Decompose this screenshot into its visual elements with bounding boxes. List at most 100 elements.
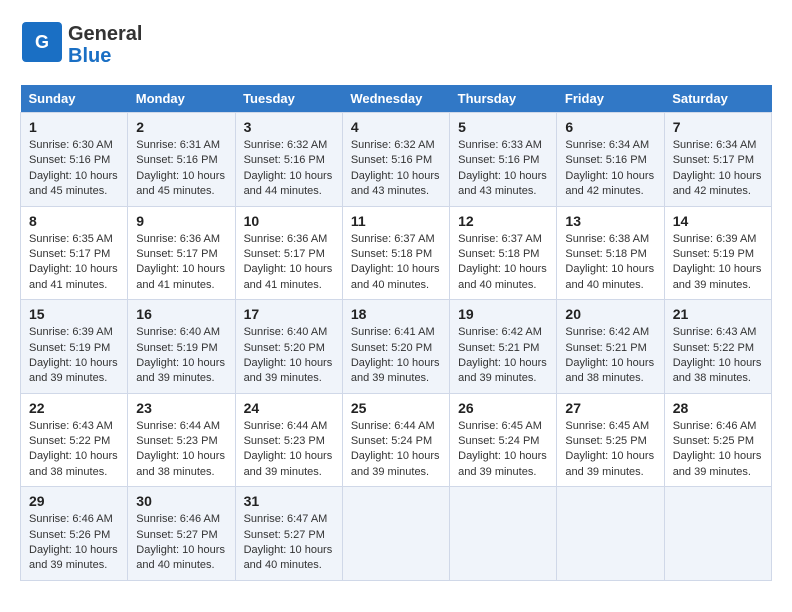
day-info: Sunrise: 6:30 AMSunset: 5:16 PMDaylight:… [29, 138, 119, 200]
day-info: Sunrise: 6:37 AMSunset: 5:18 PMDaylight:… [458, 232, 548, 294]
day-info: Sunrise: 6:32 AMSunset: 5:16 PMDaylight:… [351, 138, 441, 200]
day-number: 3 [244, 119, 334, 135]
calendar-week-row: 29 Sunrise: 6:46 AMSunset: 5:26 PMDaylig… [21, 487, 772, 581]
day-number: 30 [136, 493, 226, 509]
day-number: 14 [673, 213, 763, 229]
logo: G General Blue [20, 20, 142, 69]
day-number: 26 [458, 400, 548, 416]
calendar-cell: 7 Sunrise: 6:34 AMSunset: 5:17 PMDayligh… [664, 113, 771, 207]
calendar-cell: 20 Sunrise: 6:42 AMSunset: 5:21 PMDaylig… [557, 300, 664, 394]
calendar-cell [450, 487, 557, 581]
day-info: Sunrise: 6:36 AMSunset: 5:17 PMDaylight:… [244, 232, 334, 294]
day-number: 28 [673, 400, 763, 416]
day-number: 29 [29, 493, 119, 509]
day-info: Sunrise: 6:45 AMSunset: 5:25 PMDaylight:… [565, 419, 655, 481]
day-number: 9 [136, 213, 226, 229]
calendar-cell [664, 487, 771, 581]
day-info: Sunrise: 6:37 AMSunset: 5:18 PMDaylight:… [351, 232, 441, 294]
day-info: Sunrise: 6:38 AMSunset: 5:18 PMDaylight:… [565, 232, 655, 294]
day-info: Sunrise: 6:46 AMSunset: 5:27 PMDaylight:… [136, 512, 226, 574]
day-number: 27 [565, 400, 655, 416]
day-number: 6 [565, 119, 655, 135]
day-info: Sunrise: 6:34 AMSunset: 5:16 PMDaylight:… [565, 138, 655, 200]
day-number: 19 [458, 306, 548, 322]
day-number: 11 [351, 213, 441, 229]
day-number: 18 [351, 306, 441, 322]
calendar-cell: 12 Sunrise: 6:37 AMSunset: 5:18 PMDaylig… [450, 206, 557, 300]
calendar-cell: 5 Sunrise: 6:33 AMSunset: 5:16 PMDayligh… [450, 113, 557, 207]
day-header-sunday: Sunday [21, 85, 128, 113]
calendar-cell [342, 487, 449, 581]
day-info: Sunrise: 6:45 AMSunset: 5:24 PMDaylight:… [458, 419, 548, 481]
day-info: Sunrise: 6:42 AMSunset: 5:21 PMDaylight:… [565, 325, 655, 387]
calendar-cell: 9 Sunrise: 6:36 AMSunset: 5:17 PMDayligh… [128, 206, 235, 300]
logo-text-general: General [68, 23, 142, 45]
calendar-cell: 29 Sunrise: 6:46 AMSunset: 5:26 PMDaylig… [21, 487, 128, 581]
calendar-cell: 8 Sunrise: 6:35 AMSunset: 5:17 PMDayligh… [21, 206, 128, 300]
calendar-cell [557, 487, 664, 581]
calendar-cell: 26 Sunrise: 6:45 AMSunset: 5:24 PMDaylig… [450, 393, 557, 487]
day-info: Sunrise: 6:43 AMSunset: 5:22 PMDaylight:… [673, 325, 763, 387]
day-number: 10 [244, 213, 334, 229]
day-number: 16 [136, 306, 226, 322]
calendar-cell: 28 Sunrise: 6:46 AMSunset: 5:25 PMDaylig… [664, 393, 771, 487]
day-info: Sunrise: 6:35 AMSunset: 5:17 PMDaylight:… [29, 232, 119, 294]
calendar-cell: 11 Sunrise: 6:37 AMSunset: 5:18 PMDaylig… [342, 206, 449, 300]
day-info: Sunrise: 6:32 AMSunset: 5:16 PMDaylight:… [244, 138, 334, 200]
day-number: 12 [458, 213, 548, 229]
calendar-cell: 23 Sunrise: 6:44 AMSunset: 5:23 PMDaylig… [128, 393, 235, 487]
day-number: 22 [29, 400, 119, 416]
day-header-wednesday: Wednesday [342, 85, 449, 113]
day-number: 2 [136, 119, 226, 135]
day-info: Sunrise: 6:44 AMSunset: 5:24 PMDaylight:… [351, 419, 441, 481]
calendar-cell: 2 Sunrise: 6:31 AMSunset: 5:16 PMDayligh… [128, 113, 235, 207]
day-number: 24 [244, 400, 334, 416]
logo-icon: G [20, 20, 64, 69]
day-header-saturday: Saturday [664, 85, 771, 113]
calendar-cell: 19 Sunrise: 6:42 AMSunset: 5:21 PMDaylig… [450, 300, 557, 394]
day-header-friday: Friday [557, 85, 664, 113]
day-info: Sunrise: 6:40 AMSunset: 5:20 PMDaylight:… [244, 325, 334, 387]
day-header-monday: Monday [128, 85, 235, 113]
day-number: 5 [458, 119, 548, 135]
day-info: Sunrise: 6:47 AMSunset: 5:27 PMDaylight:… [244, 512, 334, 574]
calendar-cell: 27 Sunrise: 6:45 AMSunset: 5:25 PMDaylig… [557, 393, 664, 487]
day-number: 31 [244, 493, 334, 509]
day-info: Sunrise: 6:46 AMSunset: 5:25 PMDaylight:… [673, 419, 763, 481]
calendar-week-row: 1 Sunrise: 6:30 AMSunset: 5:16 PMDayligh… [21, 113, 772, 207]
day-info: Sunrise: 6:44 AMSunset: 5:23 PMDaylight:… [244, 419, 334, 481]
calendar-cell: 24 Sunrise: 6:44 AMSunset: 5:23 PMDaylig… [235, 393, 342, 487]
logo-text-blue: Blue [68, 45, 142, 67]
day-info: Sunrise: 6:36 AMSunset: 5:17 PMDaylight:… [136, 232, 226, 294]
day-info: Sunrise: 6:43 AMSunset: 5:22 PMDaylight:… [29, 419, 119, 481]
day-info: Sunrise: 6:44 AMSunset: 5:23 PMDaylight:… [136, 419, 226, 481]
day-number: 21 [673, 306, 763, 322]
calendar-cell: 16 Sunrise: 6:40 AMSunset: 5:19 PMDaylig… [128, 300, 235, 394]
calendar-week-row: 8 Sunrise: 6:35 AMSunset: 5:17 PMDayligh… [21, 206, 772, 300]
day-number: 23 [136, 400, 226, 416]
calendar-week-row: 22 Sunrise: 6:43 AMSunset: 5:22 PMDaylig… [21, 393, 772, 487]
day-info: Sunrise: 6:39 AMSunset: 5:19 PMDaylight:… [673, 232, 763, 294]
day-number: 7 [673, 119, 763, 135]
day-info: Sunrise: 6:34 AMSunset: 5:17 PMDaylight:… [673, 138, 763, 200]
calendar-cell: 3 Sunrise: 6:32 AMSunset: 5:16 PMDayligh… [235, 113, 342, 207]
day-info: Sunrise: 6:31 AMSunset: 5:16 PMDaylight:… [136, 138, 226, 200]
calendar-header-row: SundayMondayTuesdayWednesdayThursdayFrid… [21, 85, 772, 113]
day-number: 17 [244, 306, 334, 322]
day-info: Sunrise: 6:40 AMSunset: 5:19 PMDaylight:… [136, 325, 226, 387]
day-info: Sunrise: 6:39 AMSunset: 5:19 PMDaylight:… [29, 325, 119, 387]
calendar-table: SundayMondayTuesdayWednesdayThursdayFrid… [20, 85, 772, 581]
calendar-cell: 30 Sunrise: 6:46 AMSunset: 5:27 PMDaylig… [128, 487, 235, 581]
calendar-cell: 17 Sunrise: 6:40 AMSunset: 5:20 PMDaylig… [235, 300, 342, 394]
day-number: 1 [29, 119, 119, 135]
calendar-cell: 22 Sunrise: 6:43 AMSunset: 5:22 PMDaylig… [21, 393, 128, 487]
calendar-cell: 13 Sunrise: 6:38 AMSunset: 5:18 PMDaylig… [557, 206, 664, 300]
day-number: 4 [351, 119, 441, 135]
calendar-week-row: 15 Sunrise: 6:39 AMSunset: 5:19 PMDaylig… [21, 300, 772, 394]
day-header-thursday: Thursday [450, 85, 557, 113]
day-number: 13 [565, 213, 655, 229]
calendar-cell: 15 Sunrise: 6:39 AMSunset: 5:19 PMDaylig… [21, 300, 128, 394]
day-info: Sunrise: 6:42 AMSunset: 5:21 PMDaylight:… [458, 325, 548, 387]
day-number: 8 [29, 213, 119, 229]
day-number: 15 [29, 306, 119, 322]
